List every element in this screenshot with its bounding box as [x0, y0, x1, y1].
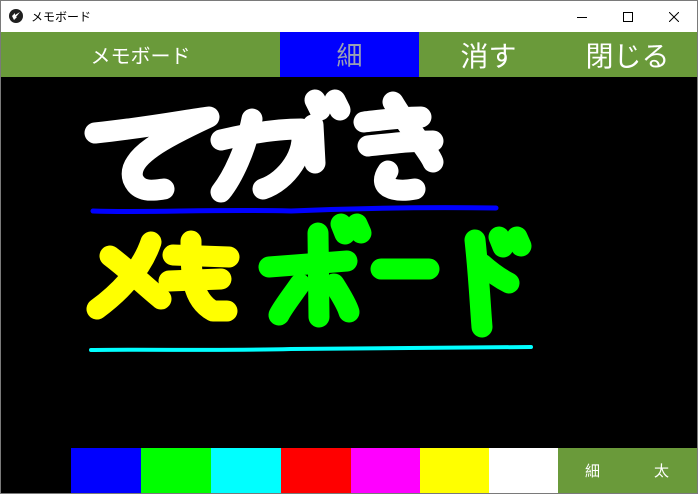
title-bar[interactable]: メモボード — [1, 1, 697, 32]
swatch-red[interactable] — [281, 448, 351, 493]
underline-cyan — [89, 345, 533, 352]
toolbar: メモボード 細 消す 閉じる — [1, 32, 697, 77]
swatch-yellow[interactable] — [420, 448, 490, 493]
swatch-magenta[interactable] — [351, 448, 421, 493]
handwriting-board — [258, 213, 532, 338]
size-thin-button[interactable]: 細 — [558, 448, 627, 493]
close-icon — [669, 11, 679, 22]
size-thick-button[interactable]: 太 — [627, 448, 696, 493]
handwriting-tegaki — [84, 89, 444, 203]
swatch-cyan[interactable] — [211, 448, 281, 493]
app-logo-icon — [9, 9, 23, 23]
close-app-button[interactable]: 閉じる — [558, 32, 697, 77]
handwriting-strokes — [84, 89, 533, 352]
drawing-canvas[interactable] — [1, 77, 697, 448]
maximize-icon — [623, 11, 633, 22]
color-palette: 細 太 — [1, 448, 697, 493]
thin-pen-button[interactable]: 細 — [280, 32, 419, 77]
swatch-white[interactable] — [489, 448, 559, 493]
erase-button[interactable]: 消す — [419, 32, 558, 77]
toolbar-app-label: メモボード — [90, 44, 191, 68]
underline-blue — [90, 205, 499, 215]
swatch-blue[interactable] — [71, 448, 141, 493]
pen-size-selector: 細 太 — [558, 448, 697, 493]
app-window: メモボード メモボード 細 消す 閉じる 細 太 — [0, 0, 698, 494]
maximize-button[interactable] — [605, 1, 651, 32]
handwriting-memo — [86, 230, 240, 322]
minimize-icon — [577, 16, 587, 18]
close-window-button[interactable] — [651, 1, 697, 32]
swatch-green[interactable] — [141, 448, 211, 493]
window-title: メモボード — [31, 10, 92, 24]
minimize-button[interactable] — [559, 1, 605, 32]
